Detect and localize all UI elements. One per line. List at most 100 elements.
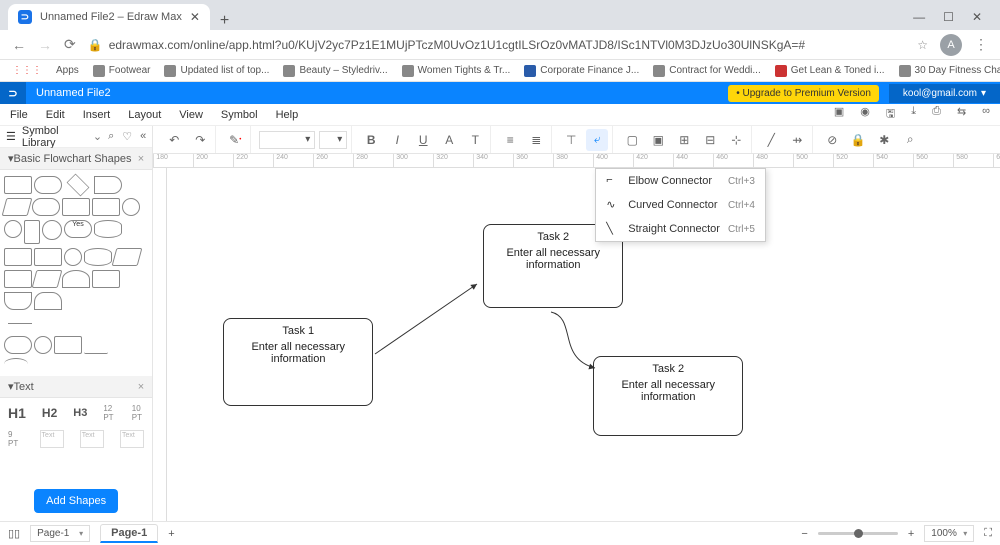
menu-insert[interactable]: Insert (83, 109, 111, 121)
shape-annotation[interactable] (110, 336, 138, 354)
app-logo-icon[interactable]: ⊃ (0, 82, 26, 104)
shape-outline-icon[interactable]: ▢ (621, 129, 643, 151)
group-icon[interactable]: ⊞ (673, 129, 695, 151)
menu-symbol[interactable]: Symbol (221, 109, 258, 121)
distribute-icon[interactable]: ⊹ (725, 129, 747, 151)
task-box-3[interactable]: Task 2 Enter all necessary information (593, 356, 743, 436)
menu-edit[interactable]: Edit (46, 109, 65, 121)
play-icon[interactable]: ◉ (860, 105, 870, 124)
task-box-1[interactable]: Task 1 Enter all necessary information (223, 318, 373, 406)
user-account-button[interactable]: kool@gmail.com ▾ (889, 84, 1000, 103)
text-panel-header[interactable]: ▾ Text × (0, 376, 152, 398)
settings-icon[interactable]: ✱ (873, 129, 895, 151)
align-objects-icon[interactable]: ⊟ (699, 129, 721, 151)
text-10pt[interactable]: 10 PT (132, 404, 144, 422)
browser-menu-icon[interactable]: ⋮ (974, 36, 988, 53)
add-shapes-button[interactable]: Add Shapes (34, 489, 118, 513)
shape-decision-yes[interactable]: Yes (64, 220, 92, 238)
connector-menu-elbow[interactable]: ⌐ Elbow Connector Ctrl+3 (596, 169, 765, 193)
browser-star-icon[interactable]: ☆ (917, 38, 928, 52)
download-icon[interactable]: ⤓ (911, 105, 916, 124)
share-icon[interactable]: ⇆ (957, 105, 966, 124)
browser-profile-avatar[interactable]: A (940, 34, 962, 56)
connector-tool-icon[interactable]: ⤶ (586, 129, 608, 151)
shape-cylinder[interactable] (84, 248, 112, 266)
fullscreen-icon[interactable]: ⛶ (984, 527, 992, 540)
shape-actor-alt[interactable] (42, 220, 62, 240)
text-box-icon[interactable]: ⊤ (560, 129, 582, 151)
bookmark-item[interactable]: Beauty – Styledriv... (283, 65, 387, 77)
zoom-out-icon[interactable]: − (801, 528, 807, 540)
italic-icon[interactable]: I (386, 129, 408, 151)
page-layout-icon[interactable]: ▯▯ (8, 527, 20, 540)
shape-arrow[interactable] (84, 336, 108, 354)
page-select[interactable]: Page-1▾ (30, 525, 90, 542)
window-close-icon[interactable]: ✕ (972, 10, 982, 24)
shape-loop-limit[interactable] (92, 270, 120, 288)
shapes-panel-header[interactable]: ▾ Basic Flowchart Shapes × (0, 148, 152, 170)
browser-tab[interactable]: ⊃ Unnamed File2 – Edraw Max ✕ (8, 4, 210, 30)
bookmark-item[interactable]: Contract for Weddi... (653, 65, 761, 77)
shape-pentagon[interactable] (54, 336, 82, 354)
text-h3[interactable]: H3 (73, 407, 87, 419)
align-left-icon[interactable]: ≡ (499, 129, 521, 151)
shape-rounded-rect[interactable] (34, 176, 62, 194)
lock-icon[interactable]: 🔒 (847, 129, 869, 151)
collapse-icon[interactable]: « (140, 130, 146, 143)
redo-icon[interactable]: ↷ (189, 129, 211, 151)
bookmark-item[interactable]: Corporate Finance J... (524, 65, 639, 77)
canvas[interactable]: ⌐ Elbow Connector Ctrl+3 ∿ Curved Connec… (167, 168, 1000, 521)
close-icon[interactable]: × (138, 153, 144, 165)
shape-circle[interactable] (34, 336, 52, 354)
shape-line[interactable] (8, 323, 32, 324)
shape-document[interactable] (94, 176, 122, 194)
font-size-select[interactable]: ▾ (319, 131, 347, 149)
heart-icon[interactable]: ♡ (122, 130, 132, 143)
font-color-icon[interactable]: A (438, 129, 460, 151)
shape-card[interactable] (34, 248, 62, 266)
menu-file[interactable]: File (10, 109, 28, 121)
text-tool-icon[interactable]: T (464, 129, 486, 151)
menu-layout[interactable]: Layout (128, 109, 161, 121)
bookmark-item[interactable]: Footwear (93, 65, 151, 77)
text-h2[interactable]: H2 (42, 406, 57, 420)
shape-terminator[interactable] (32, 198, 60, 216)
search-icon[interactable]: ⌕ (108, 130, 114, 143)
line-style-icon[interactable]: ╱ (760, 129, 782, 151)
shape-circle[interactable] (64, 248, 82, 266)
shape-arc[interactable] (4, 358, 28, 370)
shape-diamond[interactable] (67, 174, 90, 197)
bookmark-item[interactable]: Updated list of top... (164, 65, 269, 77)
zoom-in-icon[interactable]: + (908, 528, 914, 540)
shape-data[interactable] (4, 248, 32, 266)
text-box-sample[interactable]: Text (120, 430, 144, 448)
bold-icon[interactable]: B (360, 129, 382, 151)
tab-close-icon[interactable]: ✕ (190, 10, 200, 24)
format-painter-icon[interactable]: ✎• (224, 129, 246, 151)
underline-icon[interactable]: U (412, 129, 434, 151)
text-box-sample[interactable]: Text (40, 430, 64, 448)
present-icon[interactable]: ▣ (834, 105, 844, 124)
zoom-level-select[interactable]: 100%▾ (924, 525, 974, 542)
symbol-library-header[interactable]: ☰ Symbol Library ⌄ ⌕ ♡ « (0, 126, 152, 148)
zoom-slider[interactable] (818, 532, 898, 535)
shape-delay[interactable] (62, 270, 90, 288)
connector-menu-curved[interactable]: ∿ Curved Connector Ctrl+4 (596, 193, 765, 217)
text-h1[interactable]: H1 (8, 405, 26, 421)
window-maximize-icon[interactable]: ☐ (943, 10, 954, 24)
shape-stored-data[interactable] (4, 292, 32, 310)
shape-display[interactable] (4, 270, 32, 288)
connector-menu-straight[interactable]: ╲ Straight Connector Ctrl+5 (596, 217, 765, 241)
bookmark-item[interactable]: Women Tights & Tr... (402, 65, 511, 77)
shape-manual-op[interactable] (32, 270, 63, 288)
shape-parallelogram[interactable] (2, 198, 33, 216)
bookmark-apps[interactable]: Apps (56, 65, 79, 76)
text-9pt[interactable]: 9 PT (8, 430, 24, 448)
new-tab-button[interactable]: + (210, 12, 239, 30)
shape-manual-input[interactable] (112, 248, 143, 266)
document-name[interactable]: Unnamed File2 (26, 87, 121, 99)
menu-view[interactable]: View (179, 109, 203, 121)
shape-offpage[interactable] (34, 292, 62, 310)
shape-cylinder[interactable] (94, 220, 122, 238)
connector-arrow-1[interactable] (373, 278, 483, 358)
